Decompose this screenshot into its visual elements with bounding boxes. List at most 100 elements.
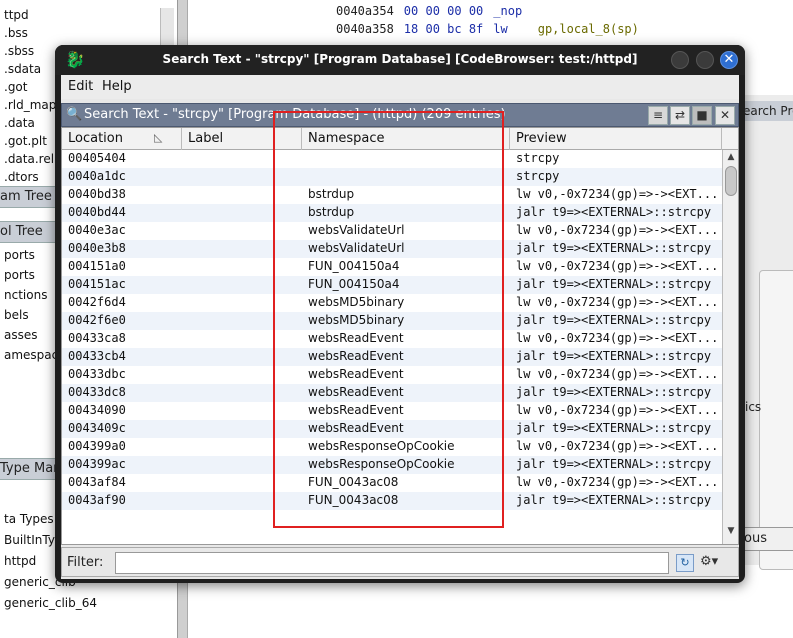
table-row[interactable]: 0040e3b8 websValidateUrl jalr t9=><EXTERNA… xyxy=(62,240,722,258)
program-tree-item[interactable]: .data.rel xyxy=(4,152,54,166)
table-row[interactable]: 00433ca8 websReadEvent lw v0,-0x7234(gp)=>… xyxy=(62,330,722,348)
cell-namespace: websReadEvent xyxy=(308,367,404,381)
menubar: Edit Help xyxy=(61,75,739,99)
datatype-tree-item[interactable]: httpd xyxy=(4,554,36,568)
minimize-button[interactable] xyxy=(671,51,689,69)
cell-preview: jalr t9=><EXTERNAL>::strcpy xyxy=(516,241,712,255)
table-row[interactable]: 00405404 strcpy xyxy=(62,150,722,168)
close-panel-icon[interactable]: ✕ xyxy=(715,106,735,125)
datatype-tree-item[interactable]: ta Types xyxy=(4,512,54,526)
table-row[interactable]: 0040bd38 bstrdup lw v0,-0x7234(gp)=>-><EXT… xyxy=(62,186,722,204)
cell-preview: jalr t9=><EXTERNAL>::strcpy xyxy=(516,277,712,291)
listing-bytes: 18 00 bc 8f xyxy=(403,22,484,36)
table-row[interactable]: 0040a1dc strcpy xyxy=(62,168,722,186)
table-row[interactable]: 0042f6d4 websMD5binary lw v0,-0x7234(gp)=>… xyxy=(62,294,722,312)
dialog-titlebar[interactable]: 🐉 Search Text - "strcpy" [Program Databa… xyxy=(55,45,745,75)
search-options-text: ics xyxy=(745,400,762,414)
list-view-icon[interactable]: ≡ xyxy=(648,106,668,125)
table-row[interactable]: 0043409c websReadEvent jalr t9=><EXTERNAL>… xyxy=(62,420,722,438)
scroll-down-arrow-icon[interactable]: ▼ xyxy=(725,526,737,538)
cell-preview: jalr t9=><EXTERNAL>::strcpy xyxy=(516,205,712,219)
filter-bar: Filter: ↻ ⚙▾ xyxy=(61,547,739,577)
table-row[interactable]: 0040bd44 bstrdup jalr t9=><EXTERNAL>::strc… xyxy=(62,204,722,222)
dialog-body: 🔍 Search Text - "strcpy" [Program Databa… xyxy=(61,99,739,579)
table-row[interactable]: 0043af84 FUN_0043ac08 lw v0,-0x7234(gp)=>-… xyxy=(62,474,722,492)
make-selection-icon[interactable]: ⇄ xyxy=(670,106,690,125)
table-row[interactable]: 00434090 websReadEvent lw v0,-0x7234(gp)=>… xyxy=(62,402,722,420)
cell-preview: jalr t9=><EXTERNAL>::strcpy xyxy=(516,385,712,399)
cell-namespace: FUN_004150a4 xyxy=(308,259,400,273)
cell-namespace: websValidateUrl xyxy=(308,223,405,237)
cell-namespace: websResponseOpCookie xyxy=(308,457,455,471)
symbol-tree-item[interactable]: asses xyxy=(4,328,38,342)
datatype-tree-item[interactable]: BuiltInTyp xyxy=(4,533,63,547)
results-panel-header: 🔍 Search Text - "strcpy" [Program Databa… xyxy=(61,103,739,127)
program-tree-item[interactable]: .rld_map xyxy=(4,98,56,112)
cell-location: 0040bd38 xyxy=(68,187,126,201)
column-location[interactable]: Location ◺ xyxy=(62,128,182,150)
sort-icon: ◺ xyxy=(154,131,163,144)
program-tree-item[interactable]: ttpd xyxy=(4,8,29,22)
symbol-tree-item[interactable]: ports xyxy=(4,268,35,282)
cell-namespace: websReadEvent xyxy=(308,421,404,435)
table-row[interactable]: 0043af90 FUN_0043ac08 jalr t9=><EXTERNAL>:… xyxy=(62,492,722,510)
listing-line[interactable]: 0040a358 18 00 bc 8f lw gp,local_8(sp) xyxy=(336,22,639,36)
program-tree-item[interactable]: .sbss xyxy=(4,44,34,58)
cell-namespace: websResponseOpCookie xyxy=(308,439,455,453)
filter-refresh-icon[interactable]: ↻ xyxy=(676,554,694,572)
symbol-tree-item[interactable]: bels xyxy=(4,308,29,322)
scroll-up-arrow-icon[interactable]: ▲ xyxy=(725,152,737,164)
table-row[interactable]: 0040e3ac websValidateUrl lw v0,-0x7234(gp)… xyxy=(62,222,722,240)
cell-preview: lw v0,-0x7234(gp)=>-><EXT... xyxy=(516,475,719,489)
cell-preview: lw v0,-0x7234(gp)=>-><EXT... xyxy=(516,367,719,381)
cell-namespace: websReadEvent xyxy=(308,349,404,363)
listing-address: 0040a354 xyxy=(336,4,394,18)
table-row[interactable]: 004151ac FUN_004150a4 jalr t9=><EXTERNAL>:… xyxy=(62,276,722,294)
previous-button[interactable]: ous xyxy=(739,527,793,551)
search-properties-panel: earch Pro ics ous xyxy=(738,95,793,570)
datatype-tree-item[interactable]: generic_clib_64 xyxy=(4,596,97,610)
search-text-dialog: 🐉 Search Text - "strcpy" [Program Databa… xyxy=(55,45,745,583)
program-tree-item[interactable]: .bss xyxy=(4,26,28,40)
table-header: Location ◺ Label Namespace Preview xyxy=(62,128,738,150)
table-row[interactable]: 00433dbc websReadEvent lw v0,-0x7234(gp)=>… xyxy=(62,366,722,384)
column-label[interactable]: Label xyxy=(182,128,302,150)
search-properties-header: earch Pro xyxy=(739,101,793,121)
close-button[interactable]: ✕ xyxy=(720,51,738,69)
table-row[interactable]: 004399a0 websResponseOpCookie lw v0,-0x723… xyxy=(62,438,722,456)
cell-preview: lw v0,-0x7234(gp)=>-><EXT... xyxy=(516,259,719,273)
listing-operands: gp,local_8(sp) xyxy=(537,22,639,36)
symbol-tree-item[interactable]: nctions xyxy=(4,288,47,302)
cell-location: 00433ca8 xyxy=(68,331,126,345)
maximize-button[interactable] xyxy=(696,51,714,69)
table-row[interactable]: 004399ac websResponseOpCookie jalr t9=><EX… xyxy=(62,456,722,474)
program-tree-item[interactable]: .sdata xyxy=(4,62,41,76)
column-preview[interactable]: Preview xyxy=(510,128,722,150)
scrollbar-thumb[interactable] xyxy=(725,166,737,196)
program-tree-item[interactable]: .dtors xyxy=(4,170,39,184)
listing-bytes: 00 00 00 00 xyxy=(403,4,484,18)
table-row[interactable]: 00433dc8 websReadEvent jalr t9=><EXTERNAL>… xyxy=(62,384,722,402)
cell-preview: lw v0,-0x7234(gp)=>-><EXT... xyxy=(516,295,719,309)
cell-namespace: websReadEvent xyxy=(308,403,404,417)
table-scrollbar[interactable]: ▲ ▼ xyxy=(722,150,738,544)
program-tree-item[interactable]: .got.plt xyxy=(4,134,47,148)
column-namespace[interactable]: Namespace xyxy=(302,128,510,150)
dialog-title: Search Text - "strcpy" [Program Database… xyxy=(162,52,638,66)
table-row[interactable]: 0042f6e0 websMD5binary jalr t9=><EXTERNAL>… xyxy=(62,312,722,330)
listing-mnemonic: lw xyxy=(493,22,508,36)
menu-help[interactable]: Help xyxy=(102,79,132,94)
menu-edit[interactable]: Edit xyxy=(68,79,93,94)
program-tree-item[interactable]: .data xyxy=(4,116,35,130)
snapshot-icon[interactable]: ■ xyxy=(692,106,712,125)
cell-namespace: FUN_004150a4 xyxy=(308,277,400,291)
program-tree-item[interactable]: .got xyxy=(4,80,27,94)
symbol-tree-item[interactable]: ports xyxy=(4,248,35,262)
listing-line[interactable]: 0040a354 00 00 00 00 _nop xyxy=(336,4,552,18)
filter-options-icon[interactable]: ⚙▾ xyxy=(700,554,732,572)
cell-preview: strcpy xyxy=(516,151,560,165)
table-row[interactable]: 004151a0 FUN_004150a4 lw v0,-0x7234(gp)=>-… xyxy=(62,258,722,276)
table-row[interactable]: 00433cb4 websReadEvent jalr t9=><EXTERNAL>… xyxy=(62,348,722,366)
filter-input[interactable] xyxy=(115,552,669,574)
cell-preview: lw v0,-0x7234(gp)=>-><EXT... xyxy=(516,331,719,345)
